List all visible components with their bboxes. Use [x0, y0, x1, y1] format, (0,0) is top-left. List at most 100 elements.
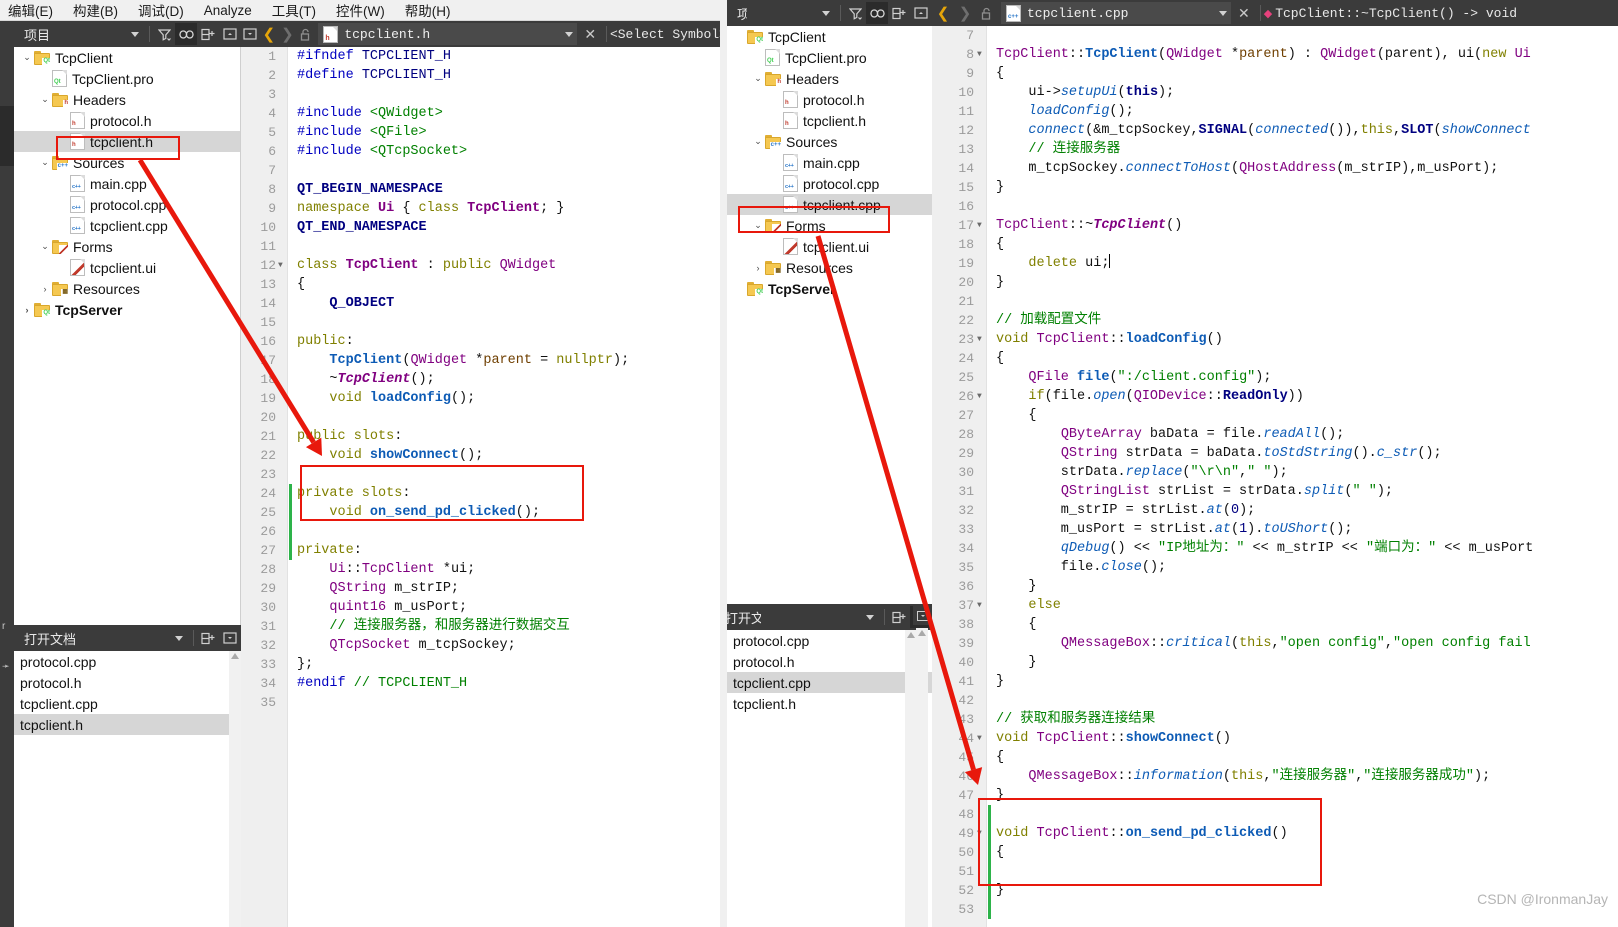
editor-right-line[interactable]: 21 — [932, 292, 1618, 311]
tree-item-middle-row[interactable]: ⌄ h Headers — [727, 68, 932, 89]
editor-right-scrollbar[interactable] — [916, 628, 928, 927]
open-document-item-middle[interactable]: protocol.h — [727, 651, 932, 672]
editor-right-line[interactable]: 35 file.close(); — [932, 558, 1618, 577]
chevron-down-icon[interactable] — [124, 23, 146, 45]
editor-right-line[interactable]: 23 ▼ void TcpClient::loadConfig() — [932, 330, 1618, 349]
tree-item-row[interactable]: › ▦ Resources — [14, 278, 240, 299]
chevron-down-icon[interactable]: ⌄ — [751, 220, 765, 231]
tree-item-row[interactable]: ·c++ tcpclient.cpp — [14, 215, 240, 236]
mode-selector-active[interactable] — [0, 106, 14, 166]
open-documents-list-2[interactable]: protocol.cpp protocol.h tcpclient.cpp tcpcl… — [727, 630, 932, 927]
project-tree-middle[interactable]: ·QtTcpClient·QtTcpClient.pro⌄hHeaders·hp… — [727, 26, 932, 604]
editor-right-line[interactable]: 38 { — [932, 615, 1618, 634]
editor-right-line[interactable]: 15} — [932, 178, 1618, 197]
editor-left-line[interactable]: 15 — [241, 313, 727, 332]
fold-marker-icon[interactable]: ▼ — [977, 824, 982, 843]
fold-marker-icon[interactable]: ▼ — [977, 596, 982, 615]
editor-right-line[interactable]: 50 { — [932, 843, 1618, 862]
editor-left-line[interactable]: 18 ~TcpClient(); — [241, 370, 727, 389]
editor-left-line[interactable]: 25 void on_send_pd_clicked(); — [241, 503, 727, 522]
editor-right-line[interactable]: 7 — [932, 26, 1618, 45]
editor-left-line[interactable]: 17 TcpClient(QWidget *parent = nullptr); — [241, 351, 727, 370]
editor-right-line[interactable]: 40 } — [932, 653, 1618, 672]
editor-left-line[interactable]: 3 — [241, 85, 727, 104]
editor-right-line[interactable]: 26 ▼ if(file.open(QIODevice::ReadOnly)) — [932, 387, 1618, 406]
chevron-down-icon[interactable] — [815, 2, 837, 24]
file-selector-left[interactable]: h tcpclient.h — [318, 23, 578, 45]
editor-left-line[interactable]: 24 private slots: — [241, 484, 727, 503]
fold-marker-icon[interactable]: ▼ — [977, 387, 982, 406]
editor-left-line[interactable]: 34 #endif // TCPCLIENT_H — [241, 674, 727, 693]
tree-item-row[interactable]: ·h protocol.h — [14, 110, 240, 131]
file-selector-right[interactable]: c++ tcpclient.cpp — [1001, 2, 1231, 24]
tree-item-middle-row[interactable]: · tcpclient.ui — [727, 236, 932, 257]
open-document-item[interactable]: tcpclient.cpp — [14, 693, 241, 714]
editor-right-line[interactable]: 9{ — [932, 64, 1618, 83]
tree-item-row[interactable]: ·Qt TcpClient.pro — [14, 68, 240, 89]
filter-icon[interactable] — [153, 23, 175, 45]
open-document-item[interactable]: protocol.h — [14, 672, 241, 693]
unlock-icon[interactable] — [297, 23, 316, 45]
open-document-item[interactable]: tcpclient.h — [14, 714, 241, 735]
tree-item-row[interactable]: ⌄ Qt TcpClient — [14, 47, 240, 68]
editor-right-line[interactable]: 39 QMessageBox::critical(this,"open conf… — [932, 634, 1618, 653]
editor-right-line[interactable]: 43 // 获取和服务器连接结果 — [932, 710, 1618, 729]
tree-item-row[interactable]: ⌄ c++ Sources — [14, 152, 240, 173]
tree-item-row[interactable]: ·c++ main.cpp — [14, 173, 240, 194]
editor-left-line[interactable]: 26 — [241, 522, 727, 541]
editor-left-line[interactable]: 7 — [241, 161, 727, 180]
open-documents-list[interactable]: protocol.cpp protocol.h tcpclient.cpp tcpcl… — [14, 651, 241, 927]
menu-item-1[interactable]: 构建(B) — [73, 0, 118, 20]
tree-item-row[interactable]: ·h tcpclient.h — [14, 131, 240, 152]
fold-marker-icon[interactable]: ▼ — [977, 216, 982, 235]
link-icon[interactable] — [866, 2, 888, 24]
editor-left-line[interactable]: 21 public slots: — [241, 427, 727, 446]
close-panel-icon[interactable] — [219, 23, 241, 45]
chevron-right-icon[interactable]: › — [38, 284, 52, 294]
editor-right-line[interactable]: 10 ui->setupUi(this); — [932, 83, 1618, 102]
link-icon[interactable] — [175, 23, 197, 45]
navigate-forward-icon[interactable]: ❯ — [954, 2, 976, 24]
editor-right-line[interactable]: 28 QByteArray baData = file.readAll(); — [932, 425, 1618, 444]
split-add-icon[interactable] — [197, 627, 219, 649]
chevron-down-icon[interactable] — [859, 606, 881, 628]
editor-left-line[interactable]: 14 Q_OBJECT — [241, 294, 727, 313]
editor-left-line[interactable]: 5 #include <QFile> — [241, 123, 727, 142]
close-file-button-right[interactable]: ✕ — [1231, 5, 1257, 22]
editor-right-line[interactable]: 11 loadConfig(); — [932, 102, 1618, 121]
editor-left-line[interactable]: 29 QString m_strIP; — [241, 579, 727, 598]
project-tree-left[interactable]: ⌄QtTcpClient·QtTcpClient.pro⌄hHeaders·hp… — [14, 47, 241, 625]
editor-left-line[interactable]: 20 — [241, 408, 727, 427]
editor-left-line[interactable]: 12 ▼ class TcpClient : public QWidget — [241, 256, 727, 275]
chevron-down-icon[interactable] — [1219, 10, 1227, 16]
editor-right-line[interactable]: 37 ▼ else — [932, 596, 1618, 615]
editor-right-line[interactable]: 22 // 加载配置文件 — [932, 311, 1618, 330]
editor-right-line[interactable]: 18 { — [932, 235, 1618, 254]
navigate-forward-icon[interactable]: ❯ — [278, 23, 297, 45]
open-documents-scrollbar[interactable] — [229, 651, 241, 927]
editor-right-line[interactable]: 46 QMessageBox::information(this,"连接服务器"… — [932, 767, 1618, 786]
editor-right-line[interactable]: 47} — [932, 786, 1618, 805]
code-editor-right[interactable]: 7 8 ▼ TcpClient::TcpClient(QWidget *parent)… — [932, 26, 1618, 927]
editor-left-line[interactable]: 11 — [241, 237, 727, 256]
split-add-icon[interactable] — [888, 606, 910, 628]
open-document-item-middle[interactable]: protocol.cpp — [727, 630, 932, 651]
editor-right-line[interactable]: 16 — [932, 197, 1618, 216]
tree-item-middle-row[interactable]: ⌄ c++ Sources — [727, 131, 932, 152]
split-add-icon[interactable] — [888, 2, 910, 24]
editor-left-line[interactable]: 19 void loadConfig(); — [241, 389, 727, 408]
tree-item-middle-row[interactable]: ·c++ protocol.cpp — [727, 173, 932, 194]
tree-item-row[interactable]: ·c++ protocol.cpp — [14, 194, 240, 215]
editor-right-line[interactable]: 48 — [932, 805, 1618, 824]
tree-item-middle-row[interactable]: ·Qt TcpClient.pro — [727, 47, 932, 68]
editor-right-line[interactable]: 25 QFile file(":/client.config"); — [932, 368, 1618, 387]
close-panel-icon[interactable] — [910, 2, 932, 24]
tree-item-middle-row[interactable]: ·Qt TcpClient — [727, 26, 932, 47]
editor-right-line[interactable]: 33 m_usPort = strList.at(1).toUShort(); — [932, 520, 1618, 539]
tree-item-middle-row[interactable]: ·h tcpclient.h — [727, 110, 932, 131]
editor-left-line[interactable]: 13 { — [241, 275, 727, 294]
editor-left-line[interactable]: 10 QT_END_NAMESPACE — [241, 218, 727, 237]
close-file-button-left[interactable]: ✕ — [577, 26, 603, 43]
chevron-down-icon[interactable]: ⌄ — [751, 136, 765, 147]
open-document-item-middle[interactable]: tcpclient.h — [727, 693, 932, 714]
